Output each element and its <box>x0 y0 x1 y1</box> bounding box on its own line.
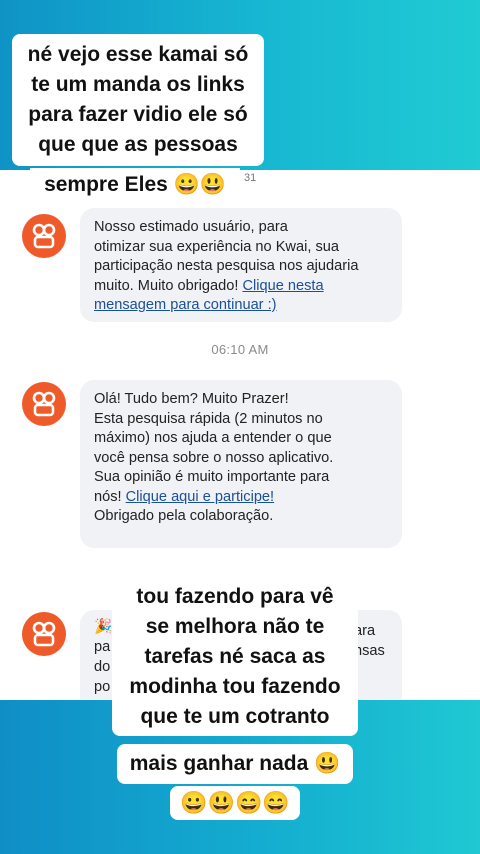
message-line: máximo) nos ajuda a entender o que <box>94 430 332 446</box>
kwai-logo-icon[interactable] <box>22 612 66 656</box>
bottom-caption-emojis: 😀😃😄😄 <box>170 786 300 820</box>
message-line: Obrigado pela colaboração. <box>94 508 274 524</box>
caption-line: te um manda os links <box>31 73 245 96</box>
message-line: Sua opinião é muito importante para <box>94 469 330 485</box>
message-bubble: Olá! Tudo bem? Muito Prazer! Esta pesqui… <box>80 380 402 548</box>
message-link[interactable]: Clique nesta <box>242 278 323 294</box>
caption-line: modinha tou fazendo <box>129 675 341 698</box>
caption-line: para fazer vidio ele só <box>28 103 248 126</box>
message-line: você pensa sobre o nosso aplicativo. <box>94 449 334 466</box>
message-fragment: 🎉 <box>94 619 113 635</box>
message-line: participação nesta pesquisa nos ajudaria <box>94 258 359 274</box>
message-line: muito. Muito obrigado! <box>94 277 243 294</box>
bottom-caption-tail: mais ganhar nada 😃 <box>117 744 353 784</box>
caption-line: tarefas né saca as <box>144 645 326 668</box>
message-line: Nosso estimado usuário, para <box>94 219 288 235</box>
top-caption-tail: sempre Eles 😀😃 <box>30 168 240 202</box>
caption-line: né vejo esse kamai só <box>27 43 249 66</box>
message-fragment: do <box>94 659 111 675</box>
bottom-caption: tou fazendo para vê se melhora não te ta… <box>112 578 358 736</box>
message-line: Olá! Tudo bem? Muito Prazer! <box>94 391 289 407</box>
message-fragment: po <box>94 679 111 695</box>
caption-line: se melhora não te <box>145 615 325 638</box>
message-line: nós! <box>94 488 126 505</box>
kwai-logo-icon[interactable] <box>22 214 66 258</box>
kwai-logo-icon[interactable] <box>22 382 66 426</box>
message-fragment: nsas <box>354 643 385 659</box>
message-link[interactable]: Clique aqui e participe! <box>126 489 274 505</box>
caption-line: que te um cotranto <box>140 705 330 728</box>
timestamp: 06:10 AM <box>211 342 269 357</box>
message-line: otimizar sua experiência no Kwai, sua <box>94 238 339 255</box>
message-line: Esta pesquisa rápida (2 minutos no <box>94 410 323 427</box>
top-caption: né vejo esse kamai só te um manda os lin… <box>12 34 264 166</box>
caption-line: tou fazendo para vê <box>136 585 334 608</box>
corner-number: 31 <box>244 172 257 184</box>
message-fragment: pa <box>94 639 111 655</box>
message-link[interactable]: mensagem para continuar :) <box>94 297 277 313</box>
message-bubble: Nosso estimado usuário, para otimizar su… <box>80 208 402 322</box>
caption-line: que que as pessoas <box>38 133 238 156</box>
